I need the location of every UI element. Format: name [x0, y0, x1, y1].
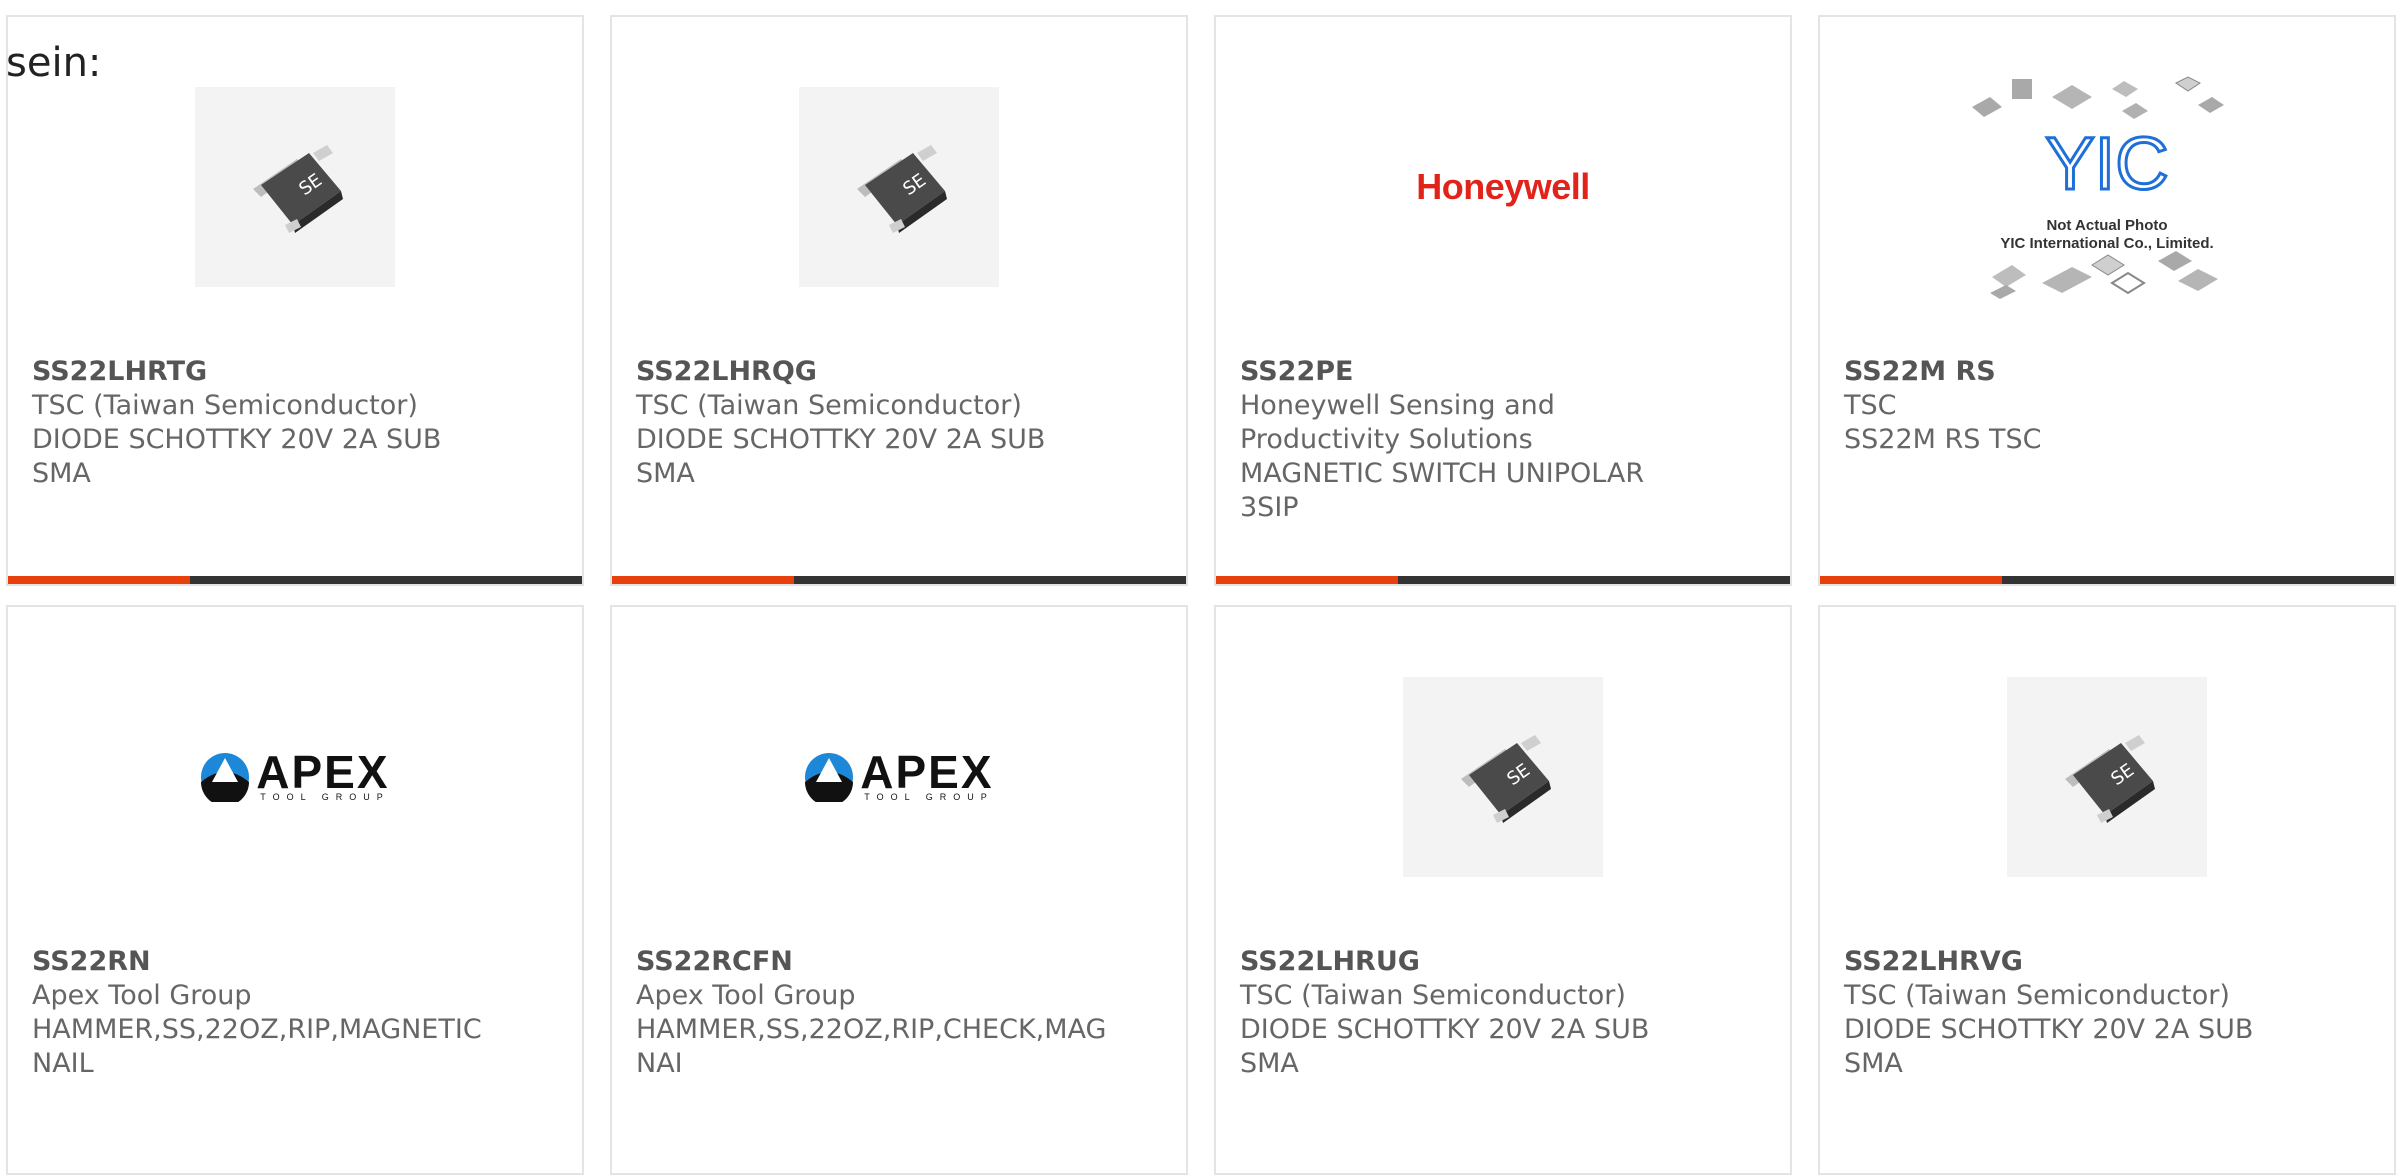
product-image[interactable]: YIC Not Actual Photo YIC International C… — [1820, 57, 2394, 317]
description-line: SMA — [636, 458, 695, 489]
apex-logo-subtext: TOOL GROUP — [864, 792, 994, 802]
product-image[interactable]: SE — [1820, 667, 2394, 887]
manufacturer: Apex Tool Group — [636, 980, 856, 1011]
product-image[interactable]: SE — [8, 77, 582, 297]
product-card[interactable]: SE SS22LHRQG TSC (Taiwan Semiconductor) … — [610, 15, 1188, 586]
image-caption: Not Actual Photo — [2046, 217, 2168, 234]
manufacturer: Productivity Solutions — [1240, 424, 1533, 455]
yic-logo-text: YIC — [2045, 122, 2168, 205]
manufacturer: TSC (Taiwan Semiconductor) — [1844, 980, 2230, 1011]
description-line: SMA — [1844, 1048, 1903, 1079]
apex-logo-text: APEX — [256, 746, 390, 798]
card-accent — [8, 576, 190, 584]
part-number[interactable]: SS22LHRTG — [32, 355, 552, 389]
manufacturer: TSC (Taiwan Semiconductor) — [1240, 980, 1626, 1011]
product-image[interactable]: SE — [612, 77, 1186, 297]
section-heading: sein: — [6, 40, 102, 86]
diode-chip-icon: SE — [1403, 677, 1603, 877]
manufacturer: Honeywell Sensing and — [1240, 390, 1555, 421]
part-number[interactable]: SS22M RS — [1844, 355, 2364, 389]
description-line: SMA — [1240, 1048, 1299, 1079]
part-number[interactable]: SS22LHRQG — [636, 355, 1156, 389]
diode-chip-icon: SE — [195, 87, 395, 287]
part-number[interactable]: SS22LHRVG — [1844, 945, 2364, 979]
product-card[interactable]: SE SS22LHRTG TSC (Taiwan Semiconductor) … — [6, 15, 584, 586]
description-line: NAI — [636, 1048, 683, 1079]
apex-logo: APEX TOOL GROUP — [804, 746, 994, 802]
product-card[interactable]: SE SS22LHRVG TSC (Taiwan Semiconductor) … — [1818, 605, 2396, 1175]
product-card[interactable]: APEX TOOL GROUP SS22RN Apex Tool Group H… — [6, 605, 584, 1175]
part-number[interactable]: SS22RCFN — [636, 945, 1156, 979]
part-number[interactable]: SS22PE — [1240, 355, 1760, 389]
honeywell-logo: Honeywell — [1416, 166, 1590, 207]
product-card[interactable]: YIC Not Actual Photo YIC International C… — [1818, 15, 2396, 586]
part-number[interactable]: SS22LHRUG — [1240, 945, 1760, 979]
card-bottom-bar — [1820, 576, 2394, 584]
card-bottom-bar — [1216, 576, 1790, 584]
diode-chip-icon: SE — [2007, 677, 2207, 877]
product-image[interactable]: Honeywell — [1216, 77, 1790, 297]
description-line: DIODE SCHOTTKY 20V 2A SUB — [32, 424, 442, 455]
card-accent — [1820, 576, 2002, 584]
product-card[interactable]: Honeywell SS22PE Honeywell Sensing and P… — [1214, 15, 1792, 586]
apex-logo-subtext: TOOL GROUP — [260, 792, 390, 802]
description-line: HAMMER,SS,22OZ,RIP,CHECK,MAG — [636, 1014, 1107, 1045]
description-line: MAGNETIC SWITCH UNIPOLAR — [1240, 458, 1645, 489]
card-accent — [1216, 576, 1398, 584]
manufacturer: TSC (Taiwan Semiconductor) — [32, 390, 418, 421]
description-line: SMA — [32, 458, 91, 489]
description-line: DIODE SCHOTTKY 20V 2A SUB — [636, 424, 1046, 455]
description-line: DIODE SCHOTTKY 20V 2A SUB — [1240, 1014, 1650, 1045]
description-line: DIODE SCHOTTKY 20V 2A SUB — [1844, 1014, 2254, 1045]
product-image[interactable]: APEX TOOL GROUP — [8, 667, 582, 887]
card-accent — [612, 576, 794, 584]
product-image[interactable]: SE — [1216, 667, 1790, 887]
manufacturer: Apex Tool Group — [32, 980, 252, 1011]
description-line: NAIL — [32, 1048, 94, 1079]
diode-chip-icon: SE — [799, 87, 999, 287]
product-card[interactable]: APEX TOOL GROUP SS22RCFN Apex Tool Group… — [610, 605, 1188, 1175]
card-bottom-bar — [8, 576, 582, 584]
image-caption: YIC International Co., Limited. — [2000, 235, 2214, 252]
card-bottom-bar — [612, 576, 1186, 584]
manufacturer: TSC — [1844, 390, 1897, 421]
yic-placeholder-logo: YIC Not Actual Photo YIC International C… — [1962, 67, 2252, 307]
product-card[interactable]: SE SS22LHRUG TSC (Taiwan Semiconductor) … — [1214, 605, 1792, 1175]
description-line: HAMMER,SS,22OZ,RIP,MAGNETIC — [32, 1014, 482, 1045]
apex-logo-text: APEX — [860, 746, 994, 798]
description-line: SS22M RS TSC — [1844, 424, 2042, 455]
description-line: 3SIP — [1240, 492, 1299, 523]
apex-logo: APEX TOOL GROUP — [200, 746, 390, 802]
part-number[interactable]: SS22RN — [32, 945, 552, 979]
product-image[interactable]: APEX TOOL GROUP — [612, 667, 1186, 887]
manufacturer: TSC (Taiwan Semiconductor) — [636, 390, 1022, 421]
